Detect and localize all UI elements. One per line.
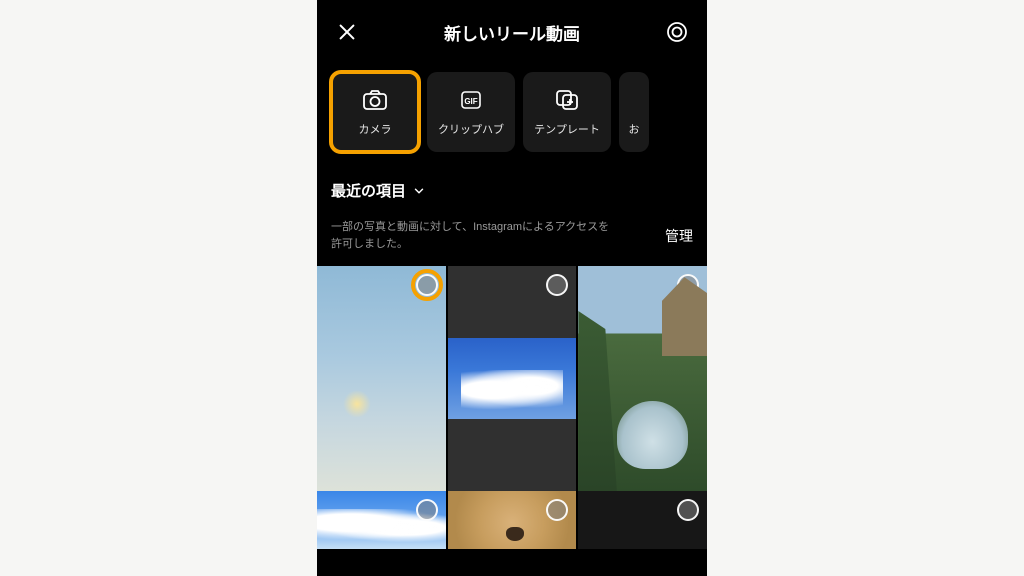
camera-icon [362, 87, 388, 113]
selection-indicator[interactable] [546, 274, 568, 296]
album-selector[interactable]: 最近の項目 [317, 160, 707, 213]
manage-button[interactable]: 管理 [665, 226, 693, 246]
gif-icon: GIF [458, 87, 484, 113]
template-icon [554, 87, 580, 113]
selection-indicator[interactable] [546, 499, 568, 521]
svg-text:GIF: GIF [464, 97, 477, 106]
photo-grid [317, 266, 707, 491]
selection-indicator[interactable] [677, 274, 699, 296]
gallery-item[interactable] [448, 266, 577, 491]
close-icon [336, 21, 358, 43]
permission-row: 一部の写真と動画に対して、Instagramによるアクセスを許可しました。 管理 [317, 213, 707, 266]
tab-label: お [629, 121, 640, 137]
tab-template[interactable]: テンプレート [523, 72, 611, 152]
tab-cliphub[interactable]: GIF クリップハブ [427, 72, 515, 152]
chevron-down-icon [412, 184, 426, 198]
close-button[interactable] [333, 18, 361, 46]
header-bar: 新しいリール動画 [317, 0, 707, 64]
selection-indicator[interactable] [416, 499, 438, 521]
gallery-item[interactable] [317, 491, 446, 549]
tab-more[interactable]: お [619, 72, 649, 152]
selection-indicator[interactable] [677, 499, 699, 521]
tab-camera[interactable]: カメラ [331, 72, 419, 152]
page-title: 新しいリール動画 [361, 20, 663, 45]
selection-indicator[interactable] [416, 274, 438, 296]
gallery-item[interactable] [317, 266, 446, 491]
settings-button[interactable] [663, 18, 691, 46]
tab-label: テンプレート [534, 121, 600, 137]
permission-text: 一部の写真と動画に対して、Instagramによるアクセスを許可しました。 [331, 219, 611, 252]
album-label: 最近の項目 [331, 180, 406, 201]
source-tabs: カメラ GIF クリップハブ テンプレート お [317, 64, 707, 160]
tab-label: クリップハブ [438, 121, 504, 137]
phone-frame: 新しいリール動画 カメラ GIF クリップハブ テンプレート お [317, 0, 707, 576]
gear-icon [665, 20, 689, 44]
gallery-item[interactable] [578, 491, 707, 549]
gallery-item[interactable] [578, 266, 707, 491]
gallery-item[interactable] [448, 491, 577, 549]
photo-grid-row2 [317, 491, 707, 549]
tab-label: カメラ [359, 121, 392, 137]
